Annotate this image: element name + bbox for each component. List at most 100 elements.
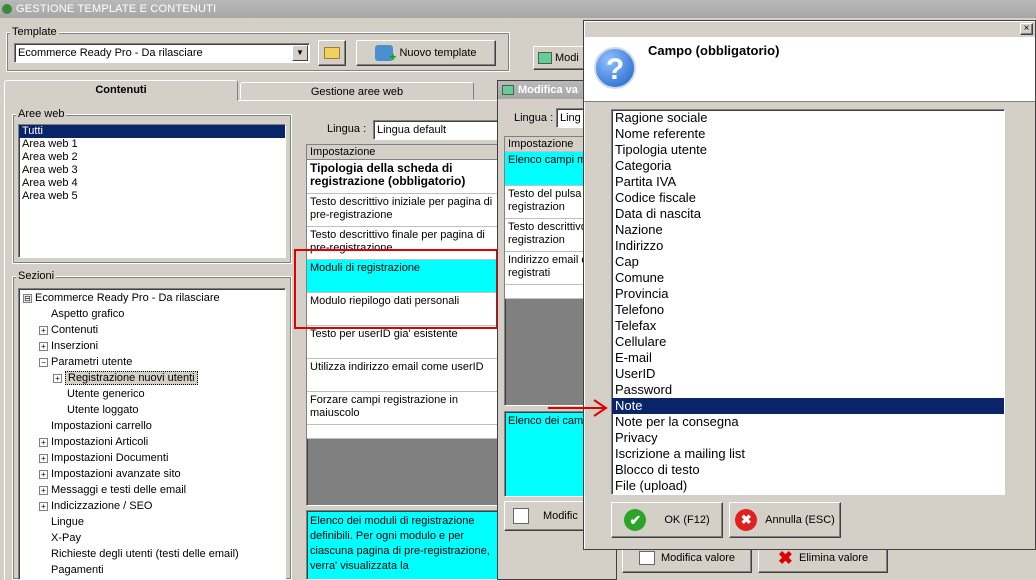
modifica-lingua-label: Lingua : <box>514 112 554 124</box>
modifica-top-label: Modi <box>555 52 579 64</box>
tree-item[interactable]: + Inserzioni <box>19 338 285 354</box>
table-row[interactable]: Utilizza indirizzo email come userID <box>307 359 501 392</box>
list-item[interactable]: Telefono <box>612 302 1004 318</box>
cancel-button[interactable]: ✖ Annulla (ESC) <box>729 502 841 538</box>
cancel-label: Annulla (ESC) <box>765 514 835 526</box>
list-item[interactable]: E-mail <box>612 350 1004 366</box>
table-row[interactable]: Forzare campi registrazione in maiuscolo <box>307 392 501 425</box>
table-row[interactable]: Testo descrittivo iniziale per pagina di… <box>307 194 501 227</box>
table-row[interactable]: Tipologia della scheda di registrazione … <box>307 160 501 194</box>
modifica-window-title: Modifica va <box>518 84 578 96</box>
tree-item[interactable]: Pagamenti <box>19 562 285 578</box>
expand-icon[interactable]: + <box>39 485 48 495</box>
ok-label: OK (F12) <box>664 514 710 526</box>
expand-icon[interactable]: + <box>39 453 48 463</box>
list-item[interactable]: Iscrizione a mailing list <box>612 446 1004 462</box>
expand-icon[interactable]: + <box>53 373 62 383</box>
tree-item[interactable]: X-Pay <box>19 530 285 546</box>
list-item[interactable]: Data di nascita <box>612 206 1004 222</box>
edit-icon <box>502 85 514 95</box>
lingua-select[interactable]: Lingua default <box>373 120 503 140</box>
tree-item[interactable]: + Registrazione nuovi utenti <box>19 370 285 386</box>
expand-icon[interactable]: + <box>39 437 48 447</box>
list-item[interactable]: Partita IVA <box>612 174 1004 190</box>
template-select-value: Ecommerce Ready Pro - Da rilasciare <box>18 47 203 59</box>
list-item[interactable]: Codice fiscale <box>612 190 1004 206</box>
modifica-top-button[interactable]: Modi <box>533 46 587 70</box>
tree-item[interactable]: − Parametri utente <box>19 354 285 370</box>
aree-web-list[interactable]: Tutti Area web 1 Area web 2 Area web 3 A… <box>18 124 286 258</box>
tree-item[interactable]: + Messaggi e testi delle email <box>19 482 285 498</box>
list-item[interactable]: Area web 1 <box>19 138 285 151</box>
expand-icon[interactable]: + <box>39 469 48 479</box>
template-select[interactable]: Ecommerce Ready Pro - Da rilasciare ▼ <box>14 43 310 63</box>
window-titlebar: GESTIONE TEMPLATE E CONTENUTI <box>0 0 1036 18</box>
tree-item[interactable]: + Impostazioni Documenti <box>19 450 285 466</box>
list-item[interactable]: Nazione <box>612 222 1004 238</box>
list-item[interactable]: Telefax <box>612 318 1004 334</box>
tree-item[interactable]: Aspetto grafico <box>19 306 285 322</box>
collapse-icon[interactable]: − <box>39 357 48 367</box>
tree-item[interactable]: Richieste degli utenti (testi delle emai… <box>19 546 285 562</box>
list-item[interactable]: Blocco di testo <box>612 462 1004 478</box>
annotation-box <box>294 249 498 329</box>
list-item[interactable]: Area web 5 <box>19 190 285 203</box>
tree-item-label: Messaggi e testi delle email <box>51 484 187 496</box>
list-item[interactable]: Indirizzo <box>612 238 1004 254</box>
tree-item[interactable]: + Impostazioni avanzate sito <box>19 466 285 482</box>
new-template-button[interactable]: + Nuovo template <box>356 40 496 66</box>
collapse-icon[interactable]: ⊟ <box>23 293 32 303</box>
tree-item[interactable]: Impostazioni carrello <box>19 418 285 434</box>
folder-icon <box>324 47 340 59</box>
expand-icon[interactable]: + <box>39 325 48 335</box>
campo-list[interactable]: Ragione sociale Nome referente Tipologia u… <box>611 109 1005 495</box>
table-row[interactable] <box>307 425 501 439</box>
list-item[interactable]: File (upload) <box>612 478 1004 494</box>
tab-contenuti[interactable]: Contenuti <box>4 80 238 101</box>
new-template-icon: + <box>375 45 396 64</box>
close-icon: × <box>1023 23 1030 34</box>
expand-icon[interactable]: + <box>39 341 48 351</box>
list-item[interactable]: UserID <box>612 366 1004 382</box>
open-folder-button[interactable] <box>318 40 346 66</box>
list-item[interactable]: Comune <box>612 270 1004 286</box>
list-item[interactable]: Area web 4 <box>19 177 285 190</box>
tab-gestione-aree-web[interactable]: Gestione aree web <box>240 82 474 100</box>
app-icon <box>2 4 12 14</box>
ok-button[interactable]: ✔ OK (F12) <box>611 502 723 538</box>
tree-item[interactable]: + Contenuti <box>19 322 285 338</box>
edit-icon <box>513 508 529 524</box>
list-item[interactable]: Provincia <box>612 286 1004 302</box>
chevron-down-icon[interactable]: ▼ <box>292 45 308 61</box>
tree-item-label: Impostazioni Documenti <box>51 452 169 464</box>
list-item[interactable]: Cap <box>612 254 1004 270</box>
list-item[interactable]: Nome referente <box>612 126 1004 142</box>
campo-dialog: × ? Campo (obbligatorio) Ragione sociale… <box>583 20 1036 550</box>
list-item[interactable]: Ragione sociale <box>612 110 1004 126</box>
list-item[interactable]: Area web 3 <box>19 164 285 177</box>
list-item[interactable]: Note per la consegna <box>612 414 1004 430</box>
list-item[interactable]: Password <box>612 382 1004 398</box>
list-item[interactable]: Note <box>612 398 1004 414</box>
list-item[interactable]: Tutti <box>19 125 285 138</box>
list-item[interactable]: Area web 2 <box>19 151 285 164</box>
sezioni-tree[interactable]: ⊟ Ecommerce Ready Pro - Da rilasciare Asp… <box>18 288 286 580</box>
tree-item[interactable]: + Impostazioni Articoli <box>19 434 285 450</box>
tree-item[interactable]: ⊟ Ecommerce Ready Pro - Da rilasciare <box>19 290 285 306</box>
expand-icon[interactable]: + <box>39 501 48 511</box>
tree-item[interactable]: Utente generico <box>19 386 285 402</box>
list-item[interactable]: Tipologia utente <box>612 142 1004 158</box>
lingua-label: Lingua : <box>327 123 367 135</box>
tree-item[interactable]: + Indicizzazione / SEO <box>19 498 285 514</box>
tree-item[interactable]: Utente loggato <box>19 402 285 418</box>
list-item[interactable]: Categoria <box>612 158 1004 174</box>
window-title: GESTIONE TEMPLATE E CONTENUTI <box>16 3 217 15</box>
tree-item-label: Impostazioni avanzate sito <box>51 468 181 480</box>
delete-icon: ✖ <box>777 548 793 568</box>
list-item[interactable]: Privacy <box>612 430 1004 446</box>
close-button[interactable]: × <box>1020 23 1033 35</box>
tree-item[interactable]: Lingue <box>19 514 285 530</box>
table-row[interactable]: Testo per userID gia' esistente <box>307 326 501 359</box>
list-item[interactable]: Cellulare <box>612 334 1004 350</box>
question-icon: ? <box>594 47 636 89</box>
